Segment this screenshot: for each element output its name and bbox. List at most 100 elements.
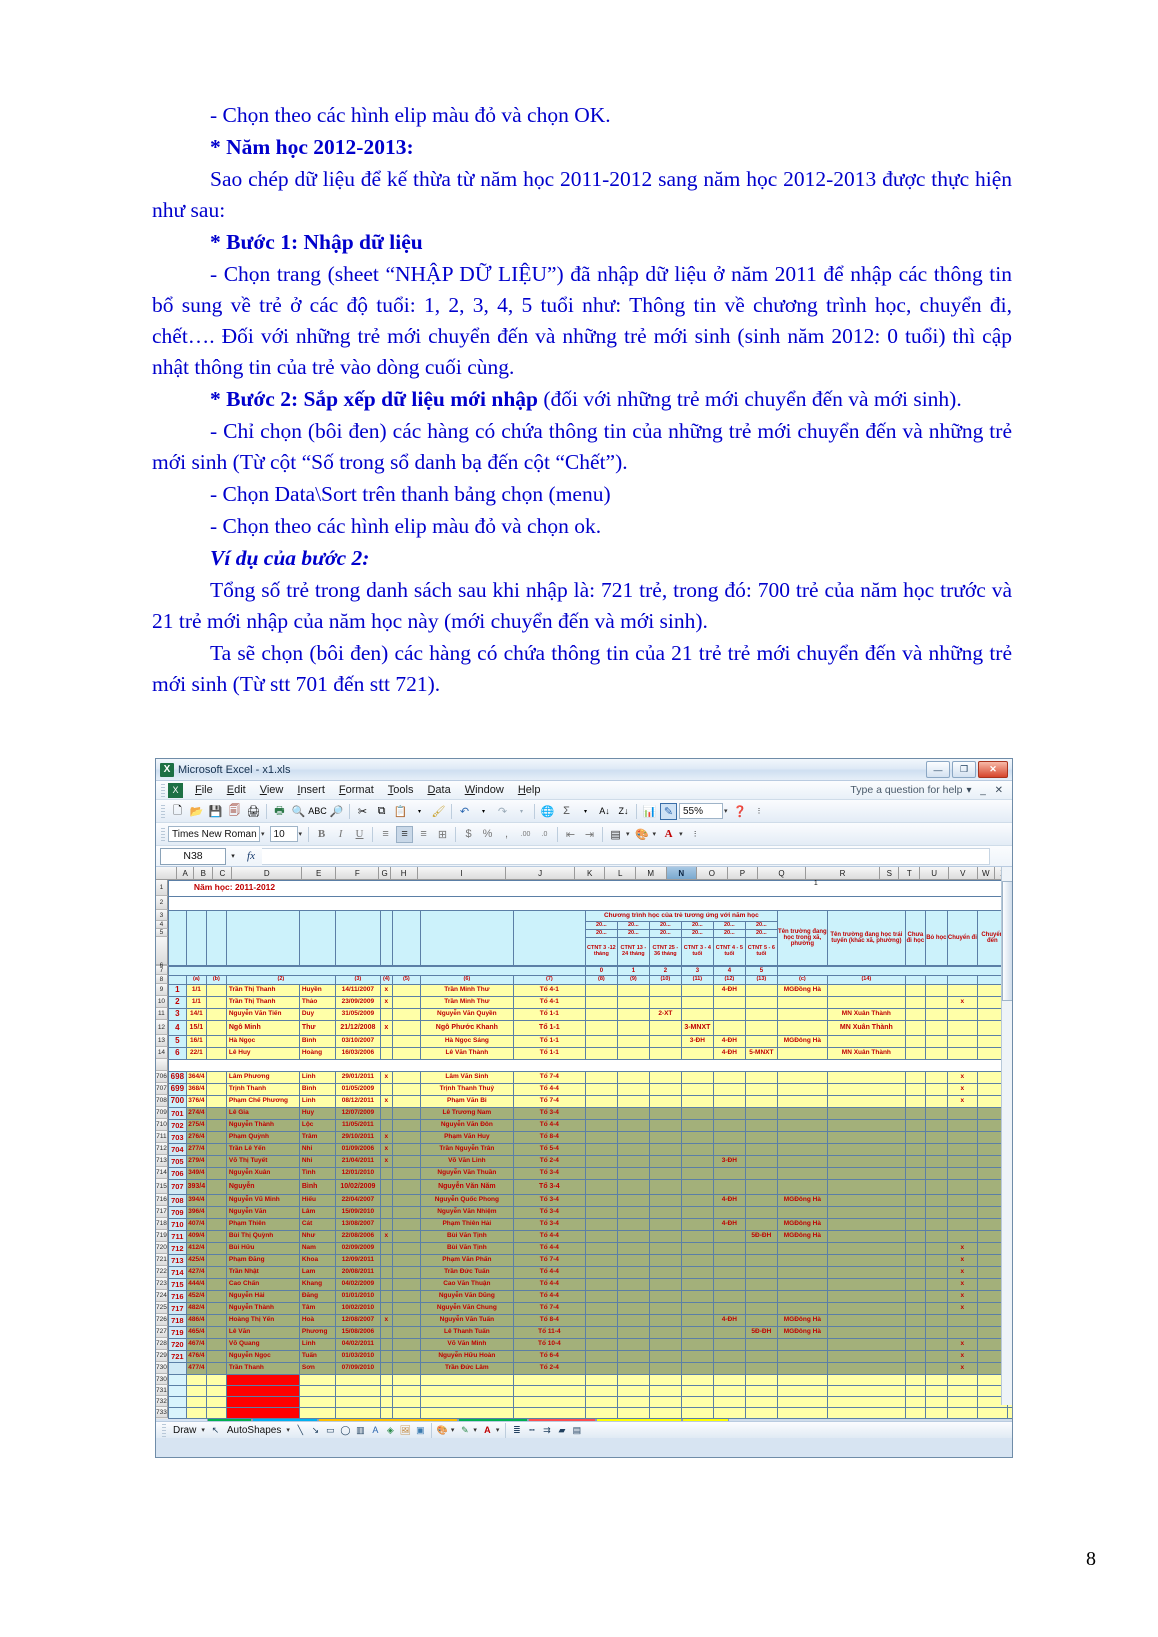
cell[interactable] bbox=[976, 1407, 1008, 1419]
cell[interactable] bbox=[904, 1143, 926, 1156]
cell[interactable] bbox=[391, 1194, 421, 1207]
cell[interactable]: 10/02/2010 bbox=[334, 1302, 381, 1315]
fill-dropdown-icon[interactable]: ▾ bbox=[451, 1426, 455, 1434]
cell[interactable] bbox=[924, 1266, 948, 1279]
cell[interactable]: 07/09/2010 bbox=[334, 1362, 381, 1375]
cell[interactable] bbox=[712, 1374, 746, 1386]
cell[interactable] bbox=[904, 1278, 926, 1291]
cell[interactable] bbox=[680, 1290, 714, 1303]
column-header-F[interactable]: F bbox=[336, 867, 380, 879]
row-header[interactable]: 4 bbox=[156, 921, 168, 929]
cell[interactable] bbox=[744, 1206, 778, 1219]
cell[interactable] bbox=[648, 1119, 682, 1132]
cell[interactable]: x bbox=[946, 996, 978, 1009]
cell[interactable] bbox=[904, 1242, 926, 1255]
cell[interactable] bbox=[712, 1107, 746, 1120]
cell[interactable] bbox=[924, 1083, 948, 1096]
cell[interactable]: Phương bbox=[298, 1326, 336, 1339]
cell[interactable] bbox=[205, 1008, 227, 1021]
cell[interactable] bbox=[584, 1008, 618, 1021]
cell[interactable] bbox=[205, 910, 227, 966]
column-header-H[interactable]: H bbox=[390, 867, 418, 879]
cell[interactable] bbox=[680, 1242, 714, 1255]
table-row[interactable]: 4 15/1 Ngô Minh Thư 21/12/2008 x Ngô Phước Kha… bbox=[167, 1020, 1012, 1036]
cell[interactable] bbox=[744, 1131, 778, 1144]
cell[interactable] bbox=[712, 1302, 746, 1315]
cell[interactable]: (3) bbox=[334, 975, 381, 985]
row-header[interactable]: 720 bbox=[156, 1242, 168, 1254]
row-header[interactable]: 2 bbox=[156, 896, 168, 910]
fill-color-icon[interactable]: 🎨 bbox=[435, 1423, 450, 1437]
undo-icon[interactable]: ↶ bbox=[456, 803, 473, 820]
cell[interactable] bbox=[776, 1131, 828, 1144]
cell[interactable] bbox=[924, 1338, 948, 1351]
cell[interactable] bbox=[924, 1095, 948, 1108]
cell[interactable] bbox=[924, 996, 948, 1009]
ask-a-question-box[interactable]: Type a question for help bbox=[850, 784, 966, 796]
cell[interactable]: Tuấn bbox=[298, 1350, 336, 1363]
cell[interactable] bbox=[379, 1167, 393, 1180]
table-row[interactable]: 706 349/4 Nguyễn Xuân Tình 12/01/2010 Nguyễn … bbox=[167, 1167, 1012, 1180]
cell[interactable] bbox=[712, 1326, 746, 1339]
cell[interactable]: Lâm bbox=[298, 1206, 336, 1219]
table-row[interactable]: 3 14/1 Nguyễn Văn Tiến Duy 31/05/2009 Nguyễn … bbox=[167, 1008, 1012, 1021]
cell[interactable]: 698 bbox=[167, 1071, 187, 1084]
cell[interactable] bbox=[512, 1407, 586, 1419]
cell[interactable] bbox=[776, 966, 1012, 976]
cell[interactable] bbox=[648, 1206, 682, 1219]
cell[interactable] bbox=[379, 1107, 393, 1120]
column-header-J[interactable]: J bbox=[506, 867, 575, 879]
cell[interactable]: 707 bbox=[167, 1179, 187, 1195]
cell[interactable] bbox=[744, 1278, 778, 1291]
font-color-dropdown-icon[interactable]: ▾ bbox=[679, 830, 683, 838]
cell[interactable] bbox=[826, 1254, 906, 1267]
autoshapes-dropdown-icon[interactable]: ▾ bbox=[286, 1426, 290, 1434]
row-header[interactable]: 11 bbox=[156, 1008, 168, 1020]
cell[interactable]: Tổ 3-4 bbox=[512, 1206, 586, 1219]
cell[interactable]: 5-MNXT bbox=[744, 1047, 778, 1060]
table-row[interactable] bbox=[167, 1374, 1012, 1386]
cell[interactable]: 22/1 bbox=[185, 1047, 207, 1060]
cell[interactable] bbox=[904, 1179, 926, 1195]
format-painter-icon[interactable]: 🖌 bbox=[430, 803, 447, 820]
cell[interactable]: Tổ 4-4 bbox=[512, 1119, 586, 1132]
restore-button[interactable]: ❐ bbox=[952, 761, 976, 778]
bold-button[interactable]: B bbox=[313, 826, 330, 843]
cell[interactable]: x bbox=[946, 1338, 978, 1351]
cell[interactable] bbox=[584, 1266, 618, 1279]
cell[interactable] bbox=[298, 1374, 336, 1386]
cut-icon[interactable]: ✂ bbox=[354, 803, 371, 820]
cell[interactable] bbox=[512, 1374, 586, 1386]
cell[interactable] bbox=[924, 1167, 948, 1180]
cell[interactable] bbox=[205, 1095, 227, 1108]
row-header[interactable]: 7 bbox=[156, 966, 168, 975]
cell[interactable] bbox=[205, 1374, 227, 1386]
cell[interactable] bbox=[924, 1218, 948, 1231]
cell[interactable] bbox=[616, 1035, 650, 1048]
row-header[interactable]: 713 bbox=[156, 1155, 168, 1167]
table-row[interactable]: 6 22/1 Lê Huy Hoàng 16/03/2006 Lê Văn Thành Tổ… bbox=[167, 1047, 1012, 1060]
cell[interactable] bbox=[946, 1326, 978, 1339]
cell[interactable]: Phạm Quỳnh bbox=[225, 1131, 300, 1144]
cell[interactable]: 3-MNXT bbox=[680, 1020, 714, 1036]
cell[interactable]: 15/1 bbox=[185, 1020, 207, 1036]
cell[interactable] bbox=[334, 1385, 381, 1397]
cell[interactable] bbox=[616, 1326, 650, 1339]
table-row[interactable] bbox=[167, 1407, 1012, 1419]
cell[interactable]: 13/08/2007 bbox=[334, 1218, 381, 1231]
cell[interactable] bbox=[512, 1396, 586, 1408]
cell[interactable] bbox=[680, 984, 714, 997]
cell[interactable] bbox=[712, 1254, 746, 1267]
table-row[interactable] bbox=[167, 1059, 1012, 1072]
cell[interactable]: MGĐồng Hà bbox=[776, 984, 828, 997]
cell[interactable]: 03/10/2007 bbox=[334, 1035, 381, 1048]
cell[interactable]: Khang bbox=[298, 1278, 336, 1291]
cell[interactable] bbox=[205, 1083, 227, 1096]
cell[interactable] bbox=[391, 1314, 421, 1327]
cell[interactable] bbox=[379, 1374, 393, 1386]
cell[interactable] bbox=[680, 1008, 714, 1021]
cell[interactable] bbox=[379, 1326, 393, 1339]
fill-color-icon[interactable]: 🎨 bbox=[634, 826, 651, 843]
scrollbar-thumb[interactable] bbox=[1002, 881, 1012, 1001]
cell[interactable] bbox=[205, 1131, 227, 1144]
